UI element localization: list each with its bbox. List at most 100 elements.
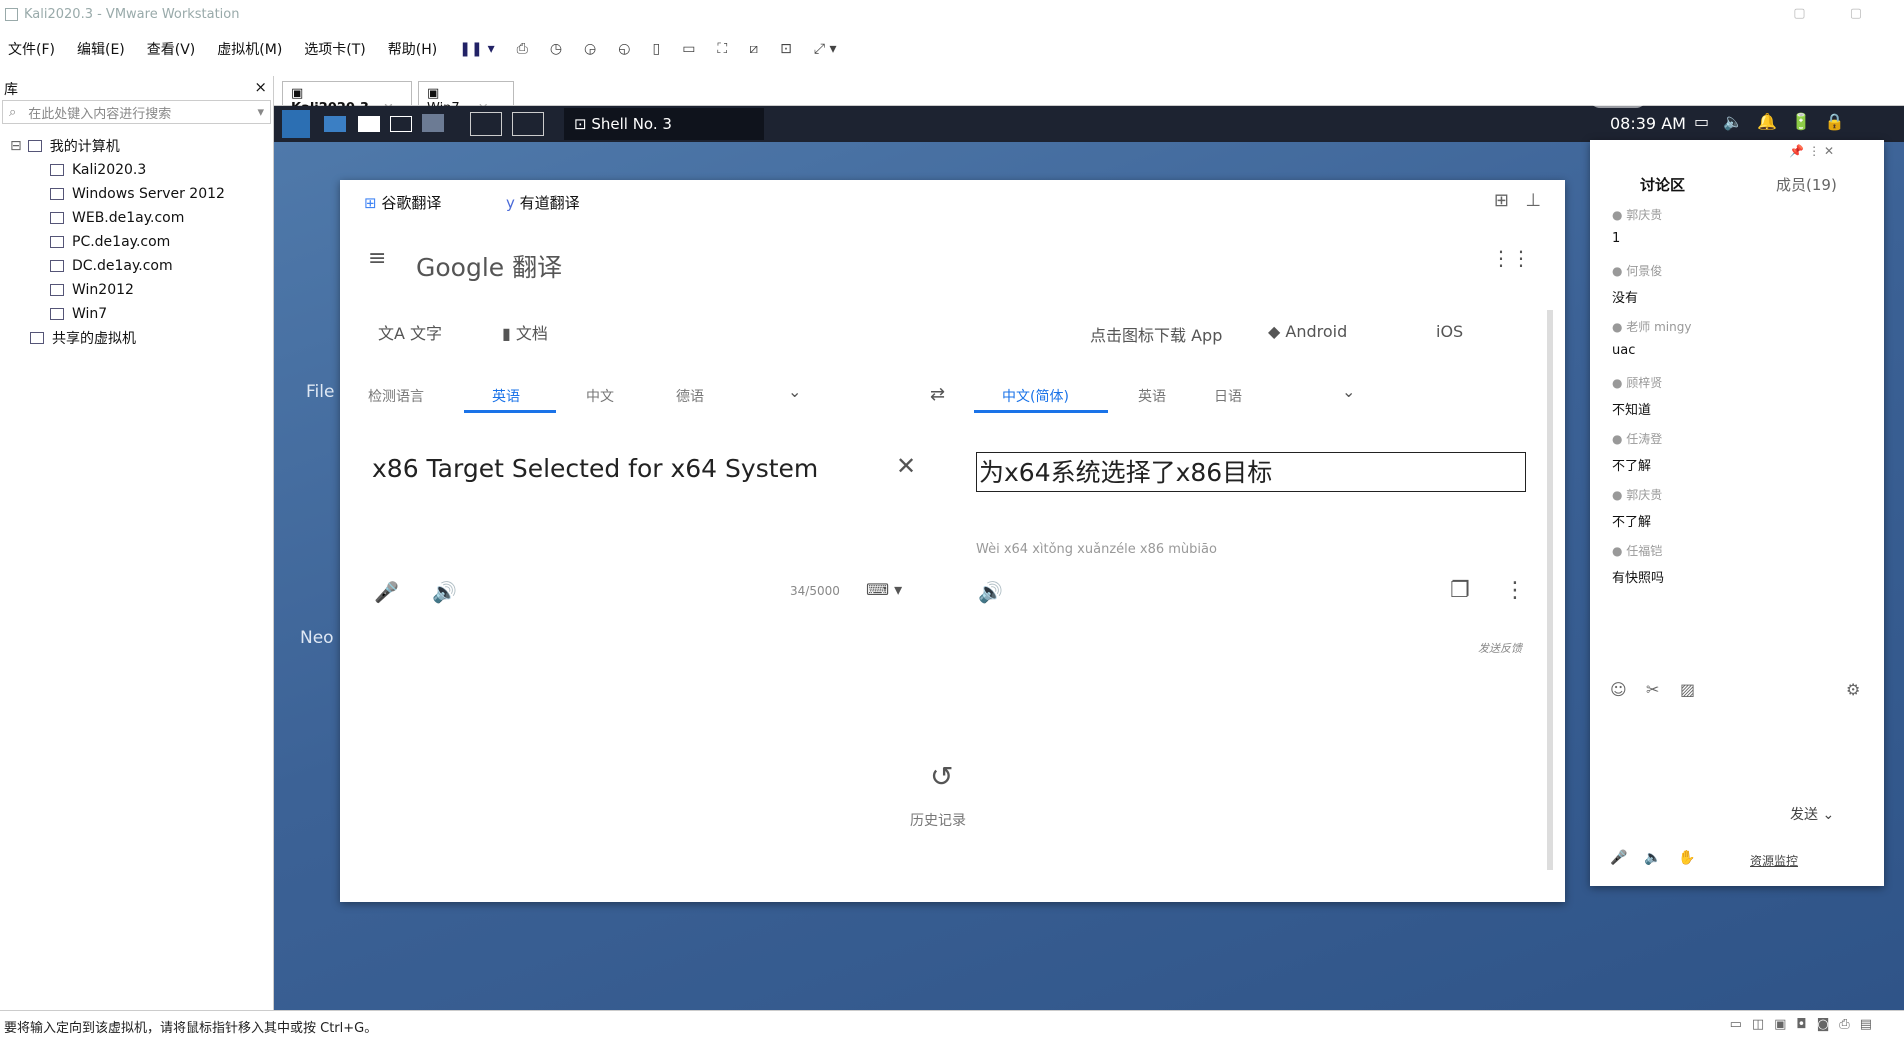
snapshot-manager-icon[interactable]: ◵ <box>618 41 630 57</box>
src-lang-detect[interactable]: 检测语言 <box>368 386 424 406</box>
grid-icon[interactable]: ⊞ <box>1494 190 1509 211</box>
chat-user: 何景俊 <box>1626 264 1663 278</box>
workspace-1-icon[interactable] <box>470 112 502 136</box>
tray-icons[interactable]: ▭🔈🔔🔋🔒 <box>1694 112 1859 131</box>
pin-icon[interactable]: ⊥ <box>1525 190 1541 211</box>
speaker-icon[interactable]: 🔈 <box>1644 850 1661 866</box>
ext-tab-youdao[interactable]: y 有道翻译 <box>506 192 580 213</box>
hamburger-icon[interactable]: ≡ <box>368 246 386 271</box>
speaker-icon[interactable]: 🔊 <box>978 580 1003 604</box>
hand-icon[interactable]: ✋ <box>1678 850 1695 866</box>
folder-icon[interactable] <box>358 116 380 132</box>
tab-win7[interactable]: ▣ Win7× <box>418 81 514 116</box>
chevron-down-icon[interactable]: ⌄ <box>1818 807 1834 823</box>
ios-link[interactable]: iOS <box>1436 322 1463 341</box>
menu-file[interactable]: 文件(F) <box>8 39 55 59</box>
send-keys-icon[interactable]: ⎙ <box>517 41 528 57</box>
browser-icon[interactable] <box>422 114 444 132</box>
tree-root[interactable]: ⊟ 我的计算机 <box>0 134 273 158</box>
snapshot-icon[interactable]: ◷ <box>550 41 562 57</box>
pin-icon[interactable]: 📌 ⋮ ✕ <box>1789 144 1834 158</box>
chat-text: 1 <box>1612 231 1621 246</box>
console-icon[interactable]: ⊡ <box>780 41 792 57</box>
src-lang-chinese[interactable]: 中文 <box>586 386 614 406</box>
fullscreen-icon[interactable]: ⛶ <box>717 41 727 57</box>
tree-item[interactable]: PC.de1ay.com <box>0 230 273 254</box>
feedback-link[interactable]: 发送反馈 <box>1478 640 1522 656</box>
chevron-down-icon[interactable]: ⌄ <box>1342 382 1355 401</box>
settings-icon[interactable]: ⚙ <box>1846 680 1860 699</box>
send-button[interactable]: 发送 ⌄ <box>1790 804 1834 824</box>
tree-item[interactable]: Win2012 <box>0 278 273 302</box>
collapse-icon[interactable]: ⊟ <box>10 138 22 154</box>
resource-monitor-link[interactable]: 资源监控 <box>1750 852 1798 869</box>
desktop-icon[interactable] <box>324 116 346 132</box>
tree-item[interactable]: Win7 <box>0 302 273 326</box>
microphone-icon[interactable]: 🎤 <box>374 580 399 604</box>
library-search-input[interactable]: ⌕ 在此处键入内容进行搜索 ▾ <box>2 100 271 124</box>
desktop-file-label[interactable]: File <box>306 382 334 402</box>
src-lang-german[interactable]: 德语 <box>676 386 704 406</box>
chevron-down-icon[interactable]: ▾ <box>257 105 264 120</box>
tgt-lang-chinese[interactable]: 中文(简体) <box>1002 386 1069 406</box>
history-icon[interactable]: ↺ <box>930 760 953 793</box>
chat-message: ● 老师 mingy uac <box>1612 318 1691 358</box>
stretch-icon[interactable]: ⤢ ▾ <box>814 41 837 57</box>
chevron-down-icon[interactable]: ⌄ <box>788 382 801 401</box>
pause-icon[interactable]: ❚❚ ▾ <box>459 41 494 57</box>
tab-members[interactable]: 成员(19) <box>1776 174 1837 195</box>
shell-task[interactable]: ⊡ Shell No. 3 <box>564 108 764 140</box>
tree-shared[interactable]: 共享的虚拟机 <box>0 326 273 350</box>
menu-edit[interactable]: 编辑(E) <box>77 39 125 59</box>
clock[interactable]: 08:39 AM <box>1610 114 1686 133</box>
workspace-2-icon[interactable] <box>512 112 544 136</box>
avatar: ● <box>1612 208 1627 222</box>
swap-icon[interactable]: ⇄ <box>930 384 945 405</box>
mode-doc[interactable]: ▮ 文档 <box>502 320 548 344</box>
close-icon[interactable]: × <box>254 78 267 96</box>
mode-text[interactable]: 文A 文字 <box>378 320 442 344</box>
desktop-neo-label[interactable]: Neo <box>300 628 334 648</box>
kali-menu-icon[interactable] <box>282 110 310 138</box>
tree-item[interactable]: Windows Server 2012 <box>0 182 273 206</box>
history-label[interactable]: 历史记录 <box>910 810 966 830</box>
source-text-input[interactable]: x86 Target Selected for x64 System <box>372 454 818 483</box>
scissors-icon[interactable]: ✂ <box>1646 680 1659 699</box>
menu-tabs[interactable]: 选项卡(T) <box>304 39 365 59</box>
menu-help[interactable]: 帮助(H) <box>388 39 437 59</box>
restore-snapshot-icon[interactable]: ◶ <box>584 41 596 57</box>
microphone-icon[interactable]: 🎤 <box>1610 850 1627 866</box>
device-icons[interactable]: ▭◫▣◘◙⎙▤ <box>1730 1017 1882 1032</box>
terminal-icon[interactable] <box>390 116 412 132</box>
sidebar-toggle-icon[interactable]: ▯ <box>652 41 660 57</box>
android-link[interactable]: ◆ Android <box>1268 322 1347 341</box>
target-text[interactable]: 为x64系统选择了x86目标 <box>976 452 1526 492</box>
ext-tab-google[interactable]: ⊞ 谷歌翻译 <box>364 192 441 213</box>
speaker-icon[interactable]: 🔊 <box>432 580 457 604</box>
menu-vm[interactable]: 虚拟机(M) <box>217 39 282 59</box>
terminal-icon: ⊡ <box>574 115 592 133</box>
youdao-icon: y <box>506 194 520 212</box>
tree-item[interactable]: Kali2020.3 <box>0 158 273 182</box>
tree-item[interactable]: DC.de1ay.com <box>0 254 273 278</box>
apps-icon[interactable]: ⋮⋮ <box>1491 246 1531 270</box>
tab-kali[interactable]: ▣ Kali2020.3× <box>282 81 412 116</box>
thumbnail-icon[interactable]: ▭ <box>682 41 695 57</box>
image-icon[interactable]: ▨ <box>1680 680 1695 699</box>
src-lang-english[interactable]: 英语 <box>492 386 520 406</box>
emoji-icon[interactable]: ☺ <box>1610 680 1627 699</box>
scrollbar[interactable] <box>1547 310 1553 870</box>
window-controls[interactable]: ▢ ▢ <box>1793 6 1882 21</box>
tree-item[interactable]: WEB.de1ay.com <box>0 206 273 230</box>
tgt-lang-japanese[interactable]: 日语 <box>1214 386 1242 406</box>
mode-doc-label: 文档 <box>515 324 548 343</box>
menu-view[interactable]: 查看(V) <box>147 39 196 59</box>
more-icon[interactable]: ⋮ <box>1504 578 1526 603</box>
tgt-lang-english[interactable]: 英语 <box>1138 386 1166 406</box>
keyboard-icon[interactable]: ⌨ ▾ <box>866 580 902 599</box>
clear-icon[interactable]: ✕ <box>896 452 916 480</box>
copy-icon[interactable]: ❐ <box>1450 578 1470 603</box>
tab-discuss[interactable]: 讨论区 <box>1640 174 1685 195</box>
unity-icon[interactable]: ⧄ <box>749 41 758 57</box>
document-icon: ▮ <box>502 324 516 343</box>
